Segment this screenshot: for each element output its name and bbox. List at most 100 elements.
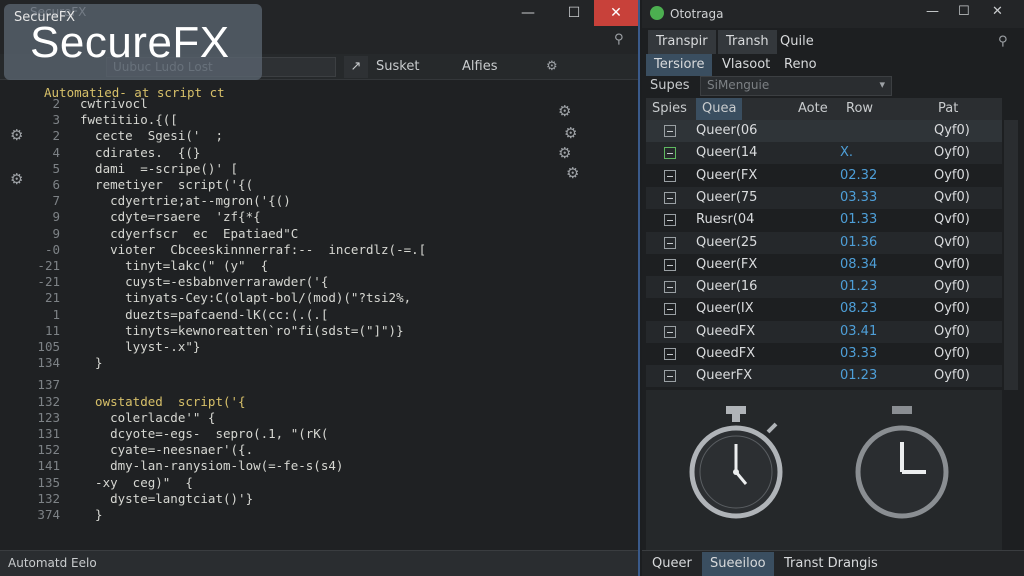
stopwatch-icon <box>689 406 783 519</box>
row-checkbox[interactable] <box>664 125 676 137</box>
queue-name: QueerFX <box>696 368 753 384</box>
filter-row: Supes SiMenguie ▾ <box>642 76 1024 98</box>
table-row[interactable]: Queer(FX 02.32 Oyf0) <box>646 165 1002 187</box>
line-number: 131 <box>37 426 60 441</box>
toolbar-button-1[interactable]: Susket <box>376 56 419 78</box>
row-checkbox[interactable] <box>664 236 676 249</box>
queue-size: Qvf0) <box>934 234 970 250</box>
queue-rate: 01.23 <box>840 279 878 295</box>
table-row[interactable]: Queer(06 Qyf0) <box>646 120 1002 142</box>
tab-transpir[interactable]: Transpir <box>648 30 716 54</box>
queue-size: Qvf0) <box>934 256 970 272</box>
bottom-tab-sueeiloo[interactable]: Sueeiloo <box>702 552 774 576</box>
breakpoint-icon[interactable]: ⚙ <box>10 128 24 143</box>
queue-name: Ruesr(04 <box>696 212 755 228</box>
table-row[interactable]: Queer(IX 08.23 Oyf0) <box>646 298 1002 320</box>
table-row[interactable]: Queer(75 03.33 Qvf0) <box>646 186 1002 209</box>
editor-statusbar: Automatd Eelo <box>0 550 638 576</box>
bottom-tab-transt[interactable]: Transt Drangis <box>776 552 886 576</box>
panel-titlebar: Ototraga — ☐ ✕ <box>642 0 1024 28</box>
row-checkbox[interactable] <box>664 147 676 160</box>
row-checkbox[interactable] <box>664 191 676 204</box>
line-number: 5 <box>52 160 60 176</box>
panel-maximize-button[interactable]: ☐ <box>958 4 970 19</box>
gear-icon[interactable]: ⚙ <box>558 146 572 161</box>
table-row[interactable]: QueedFX 03.41 Oyf0) <box>646 320 1002 343</box>
table-row[interactable]: Queer(25 01.36 Qvf0) <box>646 231 1002 254</box>
settings-gear-icon[interactable]: ⚙ <box>546 56 558 78</box>
column-header[interactable]: Spies <box>652 101 687 116</box>
code-line: cecte Sgesi(' ; <box>80 128 223 144</box>
line-number: 105 <box>37 339 60 354</box>
tab-transh[interactable]: Transh <box>718 30 777 54</box>
queue-rate: 01.36 <box>840 234 878 250</box>
toolbar-button-2[interactable]: Alfies <box>462 56 497 78</box>
code-line: tinyt=lakc(" (y" { <box>80 258 269 273</box>
column-header[interactable]: Row <box>846 101 873 116</box>
run-icon[interactable]: ↗ <box>344 56 368 78</box>
line-number: 2 <box>52 128 60 144</box>
queue-name: Queer(16 <box>696 279 758 295</box>
table-row[interactable]: QueerFX 01.23 Oyf0) <box>646 365 1002 388</box>
row-checkbox[interactable] <box>664 325 676 338</box>
subtab-reno[interactable]: Reno <box>776 54 825 76</box>
table-header: Spies Quea Aote Row Pat <box>646 98 1002 120</box>
queue-size: Qvf0) <box>934 189 970 205</box>
line-number: 134 <box>37 355 60 371</box>
close-button[interactable]: ✕ <box>594 0 638 26</box>
line-number: 11 <box>44 322 60 338</box>
queue-size: Oyf0) <box>934 323 970 339</box>
filter-dropdown[interactable]: SiMenguie ▾ <box>700 76 892 96</box>
row-checkbox[interactable] <box>664 258 676 271</box>
panel-minimize-button[interactable]: — <box>926 4 939 19</box>
bottom-tab-queer[interactable]: Queer <box>644 552 700 576</box>
table-row[interactable]: QueedFX 03.33 Oyf0) <box>646 343 1002 365</box>
table-row[interactable]: Queer(16 01.23 Oyf0) <box>646 276 1002 299</box>
line-number: 6 <box>52 177 60 192</box>
row-checkbox[interactable] <box>664 370 676 383</box>
panel-bottom-tabs: Queer Sueeiloo Transt Drangis <box>642 550 1024 576</box>
breakpoint-icon[interactable]: ⚙ <box>10 172 24 187</box>
queue-rate: 08.34 <box>840 256 878 272</box>
row-checkbox[interactable] <box>664 169 676 182</box>
scrollbar[interactable] <box>1004 120 1018 390</box>
logo-text: SecureFX <box>30 18 230 67</box>
subtab-tersiore[interactable]: Tersiore <box>646 54 713 76</box>
panel-tabs: Transpir Transh Quile ⚲ <box>642 30 1024 54</box>
code-line: cdirates. {(} <box>80 144 201 160</box>
line-number: 374 <box>37 507 60 522</box>
queue-size: Oyf0) <box>934 346 970 361</box>
column-header[interactable]: Pat <box>938 101 958 116</box>
filter-label: Supes <box>650 78 690 93</box>
column-header[interactable]: Aote <box>798 101 828 116</box>
queue-rate: 01.33 <box>840 212 878 228</box>
queue-name: Queer(75 <box>696 189 758 205</box>
table-row[interactable]: Queer(FX 08.34 Qvf0) <box>646 254 1002 276</box>
column-header[interactable]: Quea <box>696 98 743 120</box>
row-checkbox[interactable] <box>664 303 676 316</box>
panel-close-button[interactable]: ✕ <box>992 4 1003 19</box>
maximize-button[interactable]: ☐ <box>552 0 596 26</box>
gear-icon[interactable]: ⚙ <box>558 104 572 119</box>
line-number: -21 <box>37 274 60 290</box>
minimize-button[interactable]: — <box>506 0 550 26</box>
row-checkbox[interactable] <box>664 281 676 294</box>
logo-overlay: SecureFX SecureFX <box>4 4 262 80</box>
queue-name: Queer(IX <box>696 301 754 317</box>
queue-name: Queer(14 <box>696 145 758 161</box>
gear-icon[interactable]: ⚙ <box>564 126 578 141</box>
tab-quile[interactable]: Quile <box>772 30 822 54</box>
line-number: 9 <box>52 225 60 241</box>
subtab-vlasoot[interactable]: Vlasoot <box>714 54 778 76</box>
code-line: dami =-scripe()' [ <box>80 160 239 176</box>
table-row[interactable]: Queer(14 X. Oyf0) <box>646 142 1002 165</box>
gear-icon[interactable]: ⚙ <box>566 166 580 181</box>
table-row[interactable]: Ruesr(04 01.33 Qvf0) <box>646 209 1002 231</box>
row-checkbox[interactable] <box>664 214 676 227</box>
pin-icon[interactable]: ⚲ <box>998 34 1008 49</box>
code-line: lyyst-.x"} <box>80 339 201 354</box>
row-checkbox[interactable] <box>664 348 676 360</box>
code-line: } <box>80 507 103 522</box>
queue-size: Oyf0) <box>934 167 970 183</box>
pin-icon[interactable]: ⚲ <box>614 32 624 47</box>
